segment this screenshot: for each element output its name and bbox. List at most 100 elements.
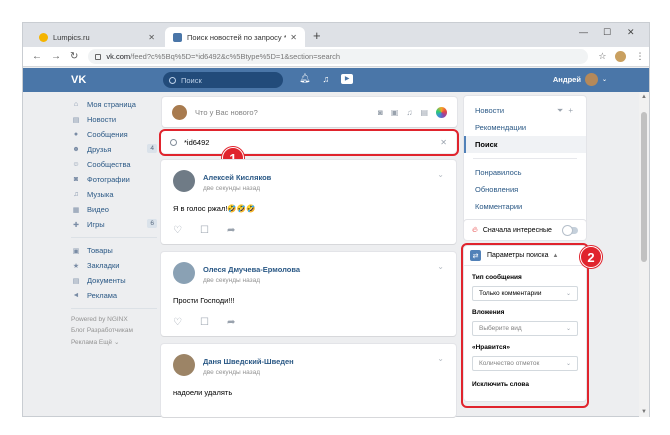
menu-item[interactable]: ▦ Видео (71, 202, 157, 217)
post-author[interactable]: Олеся Дмучева-Ермолова (203, 265, 300, 274)
right-nav-item[interactable]: Понравилось (464, 164, 586, 181)
url-field[interactable]: vk.com /feed?c%5Bq%5D=*id6492&c%5Btype%5… (88, 49, 589, 64)
menu-item[interactable]: ⌂ Моя страница (71, 97, 157, 112)
menu-divider (71, 308, 157, 309)
menu-item-icon: ▤ (72, 277, 80, 285)
menu-item-icon: ♫ (73, 191, 79, 198)
new-post-box[interactable]: Что у Вас нового? ◙ ▣ ♫ ▤ (162, 97, 457, 127)
scrollbar-thumb[interactable] (641, 112, 647, 262)
right-nav-label: Рекомендации (475, 123, 527, 132)
menu-item-icon: ▣ (72, 247, 80, 255)
like-icon[interactable]: ♡ (173, 317, 182, 328)
footer-links[interactable]: Реклама Ещё ⌄ (71, 336, 157, 347)
new-post-placeholder[interactable]: Что у Вас нового? (195, 108, 378, 117)
menu-item[interactable]: ▤ Документы (71, 273, 157, 288)
menu-item[interactable]: ▤ Новости (71, 112, 157, 127)
menu-item[interactable]: ♫ Музыка (71, 187, 157, 202)
right-nav-label: Комментарии (475, 202, 523, 211)
vk-header: VK Поиск 🔔︎ ♫ ▶ Андрей ⌄ (23, 68, 649, 92)
menu-item-label: Видео (87, 205, 109, 214)
avatar[interactable] (173, 170, 195, 192)
tab-title: Поиск новостей по запросу *id (187, 32, 287, 42)
chevron-down-icon[interactable]: ⌄ (437, 354, 444, 363)
toggle-switch[interactable] (563, 225, 578, 235)
menu-item[interactable]: ✚ Игры 6 (71, 217, 157, 232)
close-tab-icon[interactable]: ✕ (290, 33, 297, 42)
highlight-search-frame (159, 129, 459, 156)
like-icon[interactable]: ♡ (173, 225, 182, 236)
header-search-input[interactable]: Поиск (163, 72, 283, 88)
back-icon[interactable]: ← (32, 51, 42, 62)
post-author[interactable]: Алексей Кисляков (203, 173, 271, 182)
avatar[interactable] (173, 354, 195, 376)
filter-icon[interactable]: ⏷ (557, 106, 568, 115)
avatar (584, 73, 598, 86)
share-icon[interactable]: ➦ (227, 317, 235, 328)
menu-item[interactable]: ● Сообщения (71, 127, 157, 142)
toggle-label: Сначала интересные (482, 226, 552, 234)
color-background-icon[interactable] (436, 106, 447, 118)
maximize-icon[interactable]: ☐ (603, 27, 611, 38)
menu-item-label: Документы (87, 276, 126, 285)
comment-icon[interactable]: ☐ (200, 317, 209, 328)
post-time[interactable]: две секунды назад (203, 185, 271, 192)
vk-logo[interactable]: VK (71, 74, 86, 86)
right-nav-label: Поиск (475, 140, 498, 149)
post-author[interactable]: Даня Шведский-Шведен (203, 357, 294, 366)
close-tab-icon[interactable]: ✕ (148, 33, 155, 42)
close-window-icon[interactable]: ✕ (627, 27, 635, 38)
play-icon[interactable]: ▶ (341, 73, 354, 84)
scroll-down-icon[interactable]: ▼ (641, 409, 647, 415)
avatar[interactable] (173, 262, 195, 284)
menu-item[interactable]: ◄ Реклама (71, 288, 157, 303)
scroll-up-icon[interactable]: ▲ (641, 94, 647, 100)
footer-links[interactable]: Блог Разработчикам (71, 325, 157, 336)
menu-item-icon: ▤ (72, 116, 80, 124)
menu-item[interactable]: ☺ Сообщества (71, 157, 157, 172)
menu-item-label: Музыка (87, 190, 114, 199)
right-nav-item[interactable]: Комментарии (464, 198, 586, 215)
menu-item[interactable]: ▣ Товары (71, 243, 157, 258)
forward-icon[interactable]: → (51, 51, 61, 62)
bookmark-star-icon[interactable]: ☆ (598, 51, 606, 62)
right-nav-item[interactable]: Рекомендации (464, 119, 586, 136)
right-nav-item[interactable]: Обновления (464, 181, 586, 198)
search-icon (169, 76, 176, 84)
user-menu[interactable]: Андрей ⌄ (553, 73, 607, 86)
vk-favicon-icon (173, 32, 182, 42)
post-time[interactable]: две секунды назад (203, 369, 294, 376)
new-tab-button[interactable]: + (313, 28, 321, 43)
plus-icon[interactable]: + (568, 106, 578, 115)
menu-item[interactable]: ★ Закладки (71, 258, 157, 273)
menu-dots-icon[interactable]: ⋮ (635, 51, 644, 62)
tab-title: Lumpics.ru (53, 32, 90, 42)
chevron-down-icon[interactable]: ⌄ (437, 262, 444, 271)
video-icon[interactable]: ▣ (391, 108, 399, 117)
post-time[interactable]: две секунды назад (203, 277, 300, 284)
share-icon[interactable]: ➦ (227, 225, 235, 236)
chevron-down-icon[interactable]: ⌄ (437, 170, 444, 179)
camera-icon[interactable]: ◙ (378, 108, 383, 117)
user-name: Андрей (552, 75, 581, 84)
reload-icon[interactable]: ↻ (70, 51, 78, 62)
menu-item[interactable]: ◙ Фотографии (71, 172, 157, 187)
profile-avatar-icon[interactable] (615, 51, 627, 62)
interesting-first-toggle[interactable]: 🔥︎ Сначала интересные (464, 220, 586, 240)
article-icon[interactable]: ▤ (420, 108, 428, 117)
left-menu: ⌂ Моя страница ▤ Новости ● Сообщения ☻ Друзья 4 ☺… (71, 97, 157, 347)
right-nav-item[interactable]: Поиск (464, 136, 586, 153)
music-icon[interactable]: ♫ (322, 74, 329, 84)
menu-item-icon: ⌂ (73, 101, 79, 108)
bell-icon[interactable]: 🔔︎ (299, 73, 310, 84)
comment-icon[interactable]: ☐ (200, 225, 209, 236)
menu-divider (71, 237, 157, 238)
tab-vk-search[interactable]: Поиск новостей по запросу *id ✕ (165, 27, 305, 47)
right-nav-label: Понравилось (475, 168, 522, 177)
music-icon[interactable]: ♫ (406, 108, 412, 117)
menu-item-label: Сообщества (87, 160, 131, 169)
minimize-icon[interactable]: — (579, 27, 588, 37)
tab-lumpics[interactable]: Lumpics.ru ✕ (31, 27, 163, 47)
menu-item[interactable]: ☻ Друзья 4 (71, 142, 157, 157)
right-nav-item[interactable]: Новости ⏷+ (464, 102, 586, 119)
page-scrollbar[interactable]: ▲ ▼ (639, 92, 649, 417)
